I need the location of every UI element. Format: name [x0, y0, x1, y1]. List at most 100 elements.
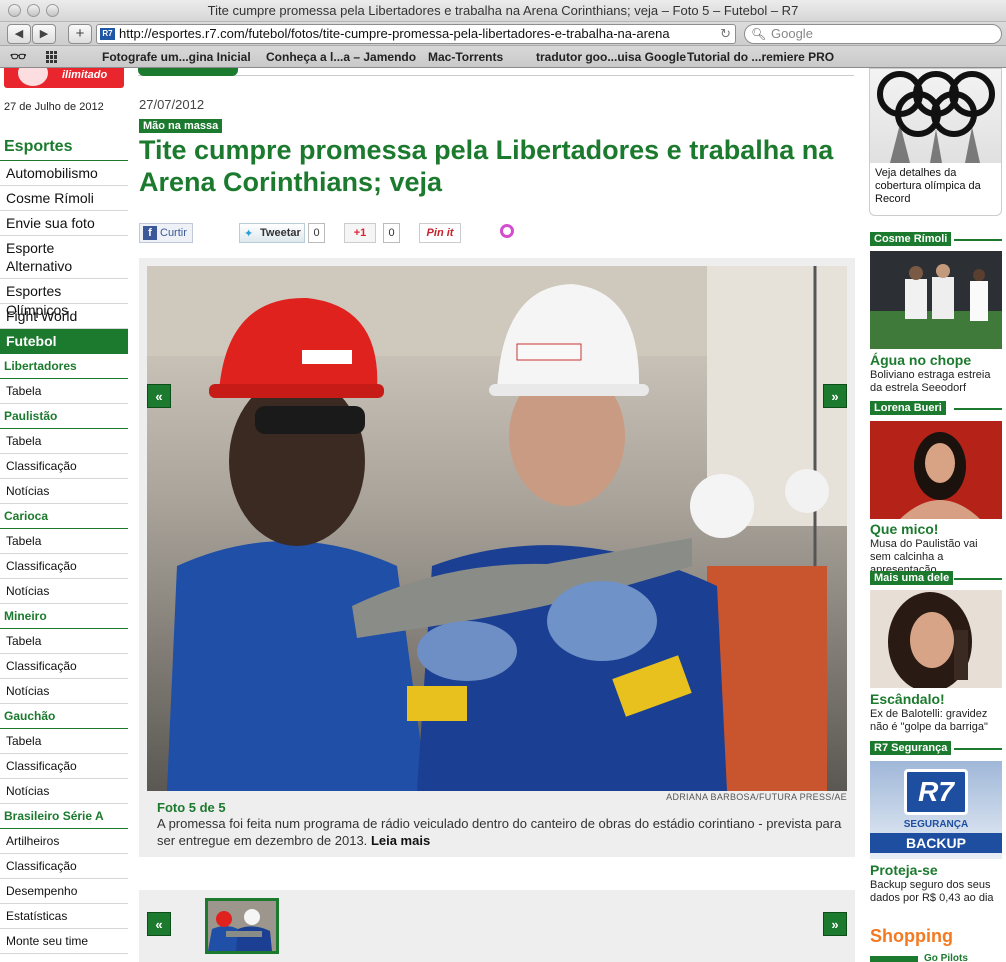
address-text: http://esportes.r7.com/futebol/fotos/tit… — [119, 26, 670, 41]
card-title[interactable]: Proteja-se — [870, 862, 938, 878]
sidebar-link[interactable]: Classificação — [0, 854, 128, 879]
shopping-heading[interactable]: Shopping — [870, 926, 953, 947]
card-image[interactable] — [870, 590, 1002, 688]
header-date: 27 de Julho de 2012 — [4, 101, 104, 113]
sidebar-group-title[interactable]: Brasileiro Série A — [0, 804, 128, 829]
google-plus-button[interactable]: +1 — [344, 223, 376, 243]
sidebar-heading[interactable]: Esportes — [0, 136, 128, 161]
sidebar-group-title[interactable]: Carioca — [0, 504, 128, 529]
search-input[interactable]: 🔍︎ Google — [744, 24, 1002, 44]
tweet-count: 0 — [308, 223, 325, 243]
read-more-link[interactable]: Leia mais — [371, 833, 430, 848]
forward-button[interactable]: ▶ — [32, 24, 56, 44]
sidebar-link[interactable]: Classificação — [0, 754, 128, 779]
reload-icon[interactable]: ↻ — [720, 25, 731, 43]
section-tab[interactable] — [138, 68, 238, 76]
minimize-window-button[interactable] — [27, 4, 40, 17]
sidebar-item[interactable]: Envie sua foto — [0, 211, 128, 236]
facebook-label: Curtir — [160, 227, 187, 239]
sidebar-link[interactable]: Tabela — [0, 729, 128, 754]
card-tag[interactable]: R7 Segurança — [870, 741, 952, 755]
sidebar-link[interactable]: Notícias — [0, 479, 128, 504]
sidebar-link[interactable]: Tabela — [0, 629, 128, 654]
card-title[interactable]: Que mico! — [870, 521, 938, 537]
sidebar-group-title[interactable]: Paulistão — [0, 404, 128, 429]
top-sites-icon[interactable] — [46, 51, 58, 63]
reading-list-icon[interactable]: 👓︎ — [10, 46, 27, 68]
pinterest-button[interactable]: Pin it — [419, 223, 461, 243]
card-desc: Backup seguro dos seus dados por R$ 0,43… — [870, 879, 994, 904]
gallery-photo[interactable]: « » — [147, 266, 847, 791]
sidebar-link[interactable]: Artilheiros — [0, 829, 128, 854]
olympics-promo[interactable]: Veja detalhes da cobertura olímpica da R… — [869, 68, 1002, 216]
card-desc: Boliviano estraga estreia da estrela See… — [870, 369, 991, 394]
sidebar-item[interactable]: Esporte Alternativo — [0, 236, 128, 279]
photo-credit: ADRIANA BARBOSA/FUTURA PRESS/AE — [666, 792, 847, 802]
sidebar-item[interactable]: Cosme Rímoli — [0, 186, 128, 211]
sidebar-item[interactable]: Fight World — [0, 304, 128, 329]
sidebar-group-title[interactable]: Gauchão — [0, 704, 128, 729]
sidebar-link[interactable]: Classificação — [0, 554, 128, 579]
sidebar-link[interactable]: Tabela — [0, 529, 128, 554]
add-bookmark-button[interactable]: + — [68, 24, 92, 44]
thumbnail-strip: « » — [139, 890, 855, 962]
sidebar-link[interactable]: Classificação — [0, 654, 128, 679]
olympics-text: Veja detalhes da cobertura olímpica da R… — [875, 167, 981, 205]
r7-security-ad[interactable]: R7 SEGURANÇA BACKUP — [870, 761, 1002, 859]
sidebar-link[interactable]: Estatísticas — [0, 904, 128, 929]
card-image[interactable] — [870, 421, 1002, 519]
photo-illustration — [147, 266, 847, 791]
bookmark-item[interactable]: Tutorial do ...remiere PRO — [687, 46, 834, 68]
thumbnail-image — [208, 901, 276, 951]
r7-logo[interactable]: ilimitado — [4, 68, 124, 88]
sidebar-link[interactable]: Tabela — [0, 379, 128, 404]
thumbnail-photo[interactable] — [205, 898, 279, 954]
r7-logo-icon: R7 — [904, 769, 968, 815]
article-kicker: Mão na massa — [139, 119, 223, 133]
sidebar-link[interactable]: Monte seu time — [0, 929, 128, 954]
sidebar-group-title[interactable]: Mineiro — [0, 604, 128, 629]
thumbs-next-button[interactable]: » — [823, 912, 847, 936]
model-photo-image — [870, 421, 1002, 519]
tweet-button[interactable]: ✦ Tweetar — [239, 223, 305, 243]
sidebar-link[interactable]: Tabela — [0, 429, 128, 454]
card-tag[interactable]: Lorena Bueri — [870, 401, 946, 415]
divider — [954, 408, 1002, 410]
card-image[interactable] — [870, 251, 1002, 349]
page-title: Tite cumpre promessa pela Libertadores e… — [139, 135, 834, 197]
divider — [954, 239, 1002, 241]
back-button[interactable]: ◀ — [7, 24, 31, 44]
facebook-like-button[interactable]: f Curtir — [139, 223, 193, 243]
address-bar[interactable]: R7 http://esportes.r7.com/futebol/fotos/… — [96, 24, 736, 44]
sidebar-link[interactable]: Desempenho — [0, 879, 128, 904]
article-date: 27/07/2012 — [139, 97, 205, 112]
close-window-button[interactable] — [8, 4, 21, 17]
divider — [954, 748, 1002, 750]
bookmark-item[interactable]: Fotografe um...gina Inicial — [102, 46, 251, 68]
card-title[interactable]: Escândalo! — [870, 691, 945, 707]
zoom-window-button[interactable] — [46, 4, 59, 17]
thumbs-prev-button[interactable]: « — [147, 912, 171, 936]
sidebar-link[interactable]: Notícias — [0, 679, 128, 704]
bookmark-item[interactable]: Conheça a l...a – Jamendo — [266, 46, 416, 68]
card-tag[interactable]: Mais uma dele — [870, 571, 954, 585]
window-title: Tite cumpre promessa pela Libertadores e… — [207, 3, 799, 18]
sidebar-link[interactable]: Classificação — [0, 454, 128, 479]
card-tag[interactable]: Cosme Rímoli — [870, 232, 952, 246]
bookmark-item[interactable]: tradutor goo...uisa Google — [536, 46, 686, 68]
logo-circle-icon — [18, 68, 48, 86]
caption-text: A promessa foi feita num programa de rád… — [157, 816, 842, 848]
sidebar-item-futebol[interactable]: Futebol — [0, 329, 128, 354]
orkut-icon[interactable] — [500, 224, 514, 238]
sidebar-item[interactable]: Automobilismo — [0, 161, 128, 186]
next-photo-button[interactable]: » — [823, 384, 847, 408]
prev-photo-button[interactable]: « — [147, 384, 171, 408]
sidebar-link[interactable]: Notícias — [0, 779, 128, 804]
bookmark-item[interactable]: Mac-Torrents — [428, 46, 503, 68]
shopping-sub[interactable]: Go Pilots — [924, 953, 968, 962]
window-controls[interactable] — [8, 4, 59, 17]
card-title[interactable]: Água no chope — [870, 352, 971, 368]
sidebar-item[interactable]: Esportes Olímpicos — [0, 279, 128, 318]
sidebar-group-title[interactable]: Libertadores — [0, 354, 128, 379]
sidebar-link[interactable]: Notícias — [0, 579, 128, 604]
